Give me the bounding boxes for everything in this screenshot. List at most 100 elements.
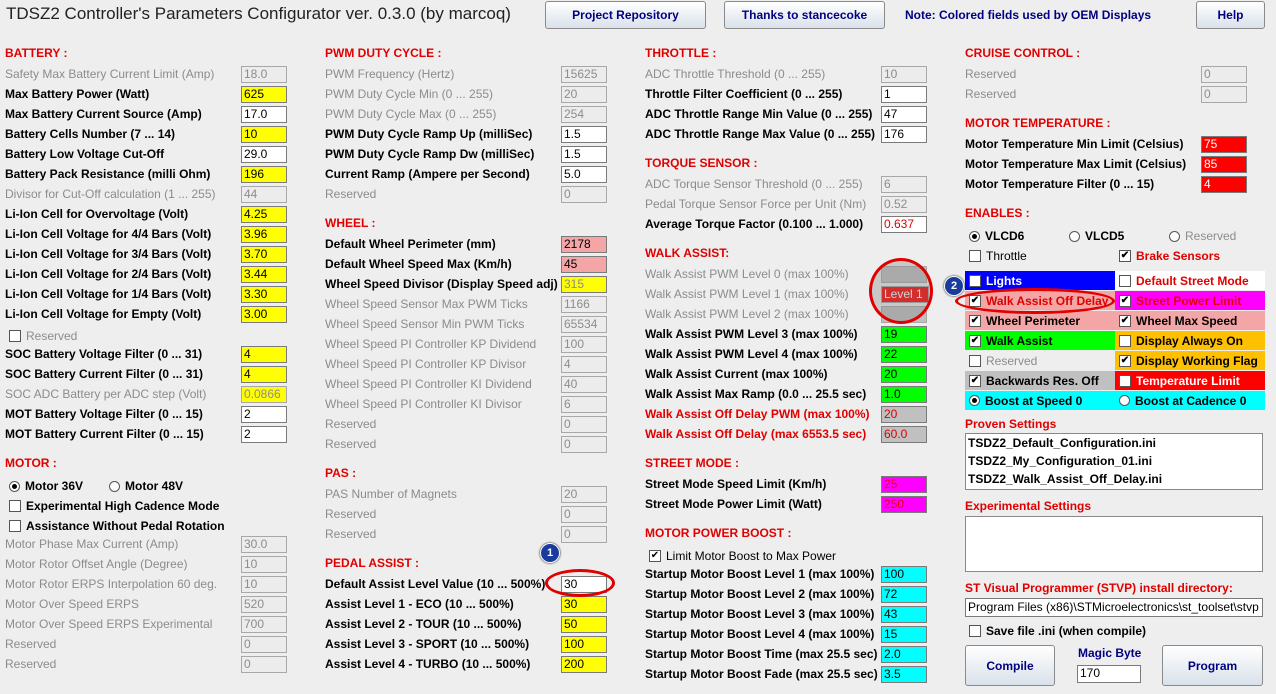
field-assist-level-1-eco-10-500[interactable]: 30 [561, 596, 607, 613]
field-pwm-duty-cycle-max-0-255[interactable]: 254 [561, 106, 607, 123]
field-assist-level-3-sport-10-500[interactable]: 100 [561, 636, 607, 653]
field-reserved[interactable]: 0 [561, 186, 607, 203]
field-max-battery-power-watt[interactable]: 625 [241, 86, 287, 103]
field-reserved[interactable]: 0 [561, 526, 607, 543]
field-pwm-duty-cycle-min-0-255[interactable]: 20 [561, 86, 607, 103]
list-item[interactable]: TSDZ2_My_Configuration_01.ini [966, 452, 1262, 470]
enable-default-street-mode-checkbox[interactable]: Default Street Mode [1115, 271, 1265, 290]
motor-48v-radio[interactable]: Motor 48V [109, 479, 183, 493]
field-li-ion-cell-voltage-for-1-4-bars-volt[interactable]: 3.30 [241, 286, 287, 303]
limit-boost-checkbox[interactable]: ✔ Limit Motor Boost to Max Power [649, 549, 836, 563]
field-soc-battery-voltage-filter-0-31[interactable]: 4 [241, 346, 287, 363]
help-button[interactable]: Help [1196, 1, 1265, 29]
field-pas-number-of-magnets[interactable]: 20 [561, 486, 607, 503]
enable-temperature-limit-checkbox[interactable]: Temperature Limit [1115, 371, 1265, 390]
field-divisor-for-cut-off-calculation-1-255[interactable]: 44 [241, 186, 287, 203]
field-default-wheel-speed-max-km-h[interactable]: 45 [561, 256, 607, 273]
field-motor-temperature-max-limit-celsius[interactable]: 85 [1201, 156, 1247, 173]
field-wheel-speed-pi-controller-kp-dividend[interactable]: 100 [561, 336, 607, 353]
list-item[interactable]: TSDZ2_Walk_Assist_Off_Delay.ini [966, 470, 1262, 488]
enable-boost-at-speed-0-radio[interactable]: Boost at Speed 0 [965, 391, 1115, 410]
field-li-ion-cell-for-overvoltage-volt[interactable]: 4.25 [241, 206, 287, 223]
field-street-mode-power-limit-watt[interactable]: 250 [881, 496, 927, 513]
field-reserved[interactable]: 0 [241, 636, 287, 653]
field-pwm-duty-cycle-ramp-up-millisec[interactable]: 1.5 [561, 126, 607, 143]
assist-no-pedal-checkbox[interactable]: Assistance Without Pedal Rotation [9, 519, 225, 533]
field-motor-temperature-filter-0-15[interactable]: 4 [1201, 176, 1247, 193]
field-startup-motor-boost-fade-max-25-5-sec[interactable]: 3.5 [881, 666, 927, 683]
project-repository-button[interactable]: Project Repository [545, 1, 706, 29]
field-soc-adc-battery-per-adc-step-volt[interactable]: 0.0866 [241, 386, 287, 403]
field-wheel-speed-pi-controller-ki-dividend[interactable]: 40 [561, 376, 607, 393]
field-reserved[interactable]: 0 [241, 656, 287, 673]
field-walk-assist-current-max-100[interactable]: 20 [881, 366, 927, 383]
field-reserved[interactable]: 0 [561, 416, 607, 433]
field-adc-throttle-range-min-value-0-255[interactable]: 47 [881, 106, 927, 123]
brake-sensors-checkbox[interactable]: ✔ Brake Sensors [1119, 249, 1220, 263]
field-mot-battery-voltage-filter-0-15[interactable]: 2 [241, 406, 287, 423]
field-battery-low-voltage-cut-off[interactable]: 29.0 [241, 146, 287, 163]
field-max-battery-current-source-amp[interactable]: 17.0 [241, 106, 287, 123]
program-button[interactable]: Program [1162, 645, 1263, 686]
field-motor-phase-max-current-amp[interactable]: 30.0 [241, 536, 287, 553]
field-assist-level-4-turbo-10-500[interactable]: 200 [561, 656, 607, 673]
field-default-wheel-perimeter-mm[interactable]: 2178 [561, 236, 607, 253]
save-ini-checkbox[interactable]: Save file .ini (when compile) [969, 624, 1146, 638]
list-item[interactable]: TSDZ2_Default_Configuration.ini [966, 434, 1262, 452]
field-motor-rotor-erps-interpolation-60-deg[interactable]: 10 [241, 576, 287, 593]
field-reserved[interactable]: 0 [561, 436, 607, 453]
field-adc-torque-sensor-threshold-0-255[interactable]: 6 [881, 176, 927, 193]
field-pedal-torque-sensor-force-per-unit-nm[interactable]: 0.52 [881, 196, 927, 213]
field-motor-rotor-offset-angle-degree[interactable]: 10 [241, 556, 287, 573]
field-safety-max-battery-current-limit-amp[interactable]: 18.0 [241, 66, 287, 83]
field-throttle-filter-coefficient-0-255[interactable]: 1 [881, 86, 927, 103]
field-wheel-speed-divisor-display-speed-adj[interactable]: 315 [561, 276, 607, 293]
field-li-ion-cell-voltage-for-2-4-bars-volt[interactable]: 3.44 [241, 266, 287, 283]
field-mot-battery-current-filter-0-15[interactable]: 2 [241, 426, 287, 443]
motor-36v-radio[interactable]: Motor 36V [9, 479, 83, 493]
field-pwm-frequency-hertz[interactable]: 15625 [561, 66, 607, 83]
vlcd6-radio[interactable]: VLCD6 [969, 229, 1024, 243]
field-assist-level-2-tour-10-500[interactable]: 50 [561, 616, 607, 633]
field-battery-pack-resistance-milli-ohm[interactable]: 196 [241, 166, 287, 183]
experimental-settings-box[interactable] [965, 516, 1263, 572]
field-wheel-speed-sensor-max-pwm-ticks[interactable]: 1166 [561, 296, 607, 313]
compile-button[interactable]: Compile [965, 645, 1055, 686]
field-walk-assist-pwm-level-3-max-100[interactable]: 19 [881, 326, 927, 343]
field-startup-motor-boost-time-max-25-5-sec[interactable]: 2.0 [881, 646, 927, 663]
field-startup-motor-boost-level-4-max-100[interactable]: 15 [881, 626, 927, 643]
reserved-radio[interactable]: Reserved [1169, 229, 1236, 243]
field-pwm-duty-cycle-ramp-dw-millisec[interactable]: 1.5 [561, 146, 607, 163]
enable-backwards-res-off-checkbox[interactable]: ✔ Backwards Res. Off [965, 371, 1115, 390]
field-startup-motor-boost-level-1-max-100[interactable]: 100 [881, 566, 927, 583]
field-startup-motor-boost-level-2-max-100[interactable]: 72 [881, 586, 927, 603]
stvp-path-input[interactable]: Program Files (x86)\STMicroelectronics\s… [965, 598, 1263, 617]
field-wheel-speed-pi-controller-ki-divisor[interactable]: 6 [561, 396, 607, 413]
field-reserved[interactable]: 0 [561, 506, 607, 523]
field-battery-cells-number-7-14[interactable]: 10 [241, 126, 287, 143]
enable-reserved-checkbox[interactable]: Reserved [965, 351, 1115, 370]
proven-settings-list[interactable]: TSDZ2_Default_Configuration.ini TSDZ2_My… [965, 433, 1263, 490]
field-adc-throttle-threshold-0-255[interactable]: 10 [881, 66, 927, 83]
field-walk-assist-max-ramp-0-0-25-5-sec[interactable]: 1.0 [881, 386, 927, 403]
field-li-ion-cell-voltage-for-4-4-bars-volt[interactable]: 3.96 [241, 226, 287, 243]
field-wheel-speed-sensor-min-pwm-ticks[interactable]: 65534 [561, 316, 607, 333]
field-li-ion-cell-voltage-for-3-4-bars-volt[interactable]: 3.70 [241, 246, 287, 263]
field-reserved[interactable]: 0 [1201, 86, 1247, 103]
field-startup-motor-boost-level-3-max-100[interactable]: 43 [881, 606, 927, 623]
field-adc-throttle-range-max-value-0-255[interactable]: 176 [881, 126, 927, 143]
field-motor-over-speed-erps[interactable]: 520 [241, 596, 287, 613]
enable-display-working-flag-checkbox[interactable]: ✔ Display Working Flag [1115, 351, 1265, 370]
battery-reserved-checkbox[interactable]: Reserved [9, 329, 77, 343]
field-street-mode-speed-limit-km-h[interactable]: 25 [881, 476, 927, 493]
field-average-torque-factor-0-100-1-000[interactable]: 0.637 [881, 216, 927, 233]
field-walk-assist-off-delay-pwm-max-100[interactable]: 20 [881, 406, 927, 423]
vlcd5-radio[interactable]: VLCD5 [1069, 229, 1124, 243]
enable-display-always-on-checkbox[interactable]: Display Always On [1115, 331, 1265, 350]
magic-byte-input[interactable]: 170 [1077, 665, 1141, 683]
field-walk-assist-pwm-level-4-max-100[interactable]: 22 [881, 346, 927, 363]
field-current-ramp-ampere-per-second[interactable]: 5.0 [561, 166, 607, 183]
thanks-button[interactable]: Thanks to stancecoke [724, 1, 885, 29]
field-soc-battery-current-filter-0-31[interactable]: 4 [241, 366, 287, 383]
field-wheel-speed-pi-controller-kp-divisor[interactable]: 4 [561, 356, 607, 373]
